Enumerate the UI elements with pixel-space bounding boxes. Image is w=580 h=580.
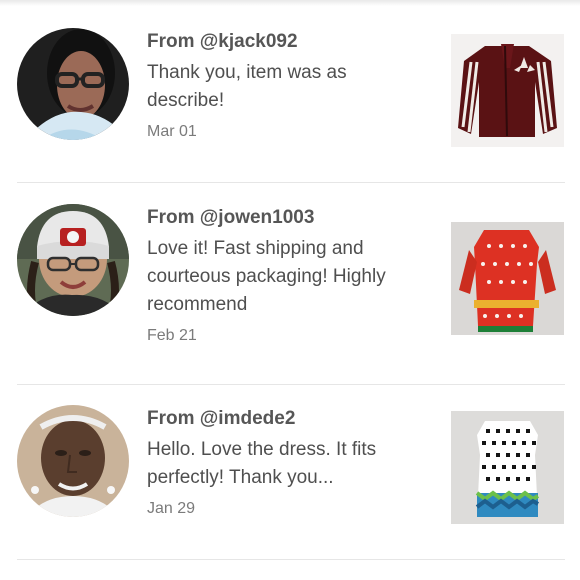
review-date: Jan 29 [147, 500, 196, 517]
burgundy-track-jacket-photo [451, 34, 564, 147]
review-divider [17, 384, 565, 385]
patterned-shift-dress-photo [451, 411, 564, 524]
review-feed: From @kjack092 Thank you, item was as de… [0, 0, 580, 580]
reviewer-avatar-photo [17, 204, 129, 316]
review-comment: Love it! Fast shipping and courteous pac… [147, 238, 386, 315]
reviewer-avatar-photo [17, 28, 129, 140]
reviewer-avatar[interactable] [17, 204, 129, 316]
review-date: Mar 01 [147, 123, 197, 140]
top-divider [0, 0, 580, 6]
reviewer-username[interactable]: @kjack092 [200, 31, 298, 52]
from-prefix: From [147, 207, 200, 228]
review-date: Feb 21 [147, 327, 197, 344]
review-divider [17, 559, 565, 560]
review-item[interactable]: From @jowen1003 Love it! Fast shipping a… [17, 204, 565, 384]
review-author[interactable]: From @kjack092 [147, 28, 427, 56]
review-text: From @kjack092 Thank you, item was as de… [147, 28, 427, 143]
review-comment: Hello. Love the dress. It fits perfectly… [147, 439, 377, 488]
review-comment: Thank you, item was as describe! [147, 62, 347, 111]
reviewer-avatar[interactable] [17, 28, 129, 140]
review-author[interactable]: From @imdede2 [147, 405, 427, 433]
review-author[interactable]: From @jowen1003 [147, 204, 427, 232]
review-item[interactable]: From @kjack092 Thank you, item was as de… [17, 28, 565, 182]
review-divider [17, 182, 565, 183]
from-prefix: From [147, 31, 200, 52]
review-item[interactable]: From @imdede2 Hello. Love the dress. It … [17, 405, 565, 559]
from-prefix: From [147, 408, 200, 429]
item-thumbnail[interactable] [451, 34, 564, 147]
reviewer-avatar[interactable] [17, 405, 129, 517]
reviewer-username[interactable]: @imdede2 [200, 408, 296, 429]
red-holiday-pattern-dress-photo [451, 222, 564, 335]
reviewer-username[interactable]: @jowen1003 [200, 207, 315, 228]
reviewer-avatar-photo [17, 405, 129, 517]
review-text: From @jowen1003 Love it! Fast shipping a… [147, 204, 427, 347]
review-text: From @imdede2 Hello. Love the dress. It … [147, 405, 427, 520]
item-thumbnail[interactable] [451, 411, 564, 524]
item-thumbnail[interactable] [451, 222, 564, 335]
